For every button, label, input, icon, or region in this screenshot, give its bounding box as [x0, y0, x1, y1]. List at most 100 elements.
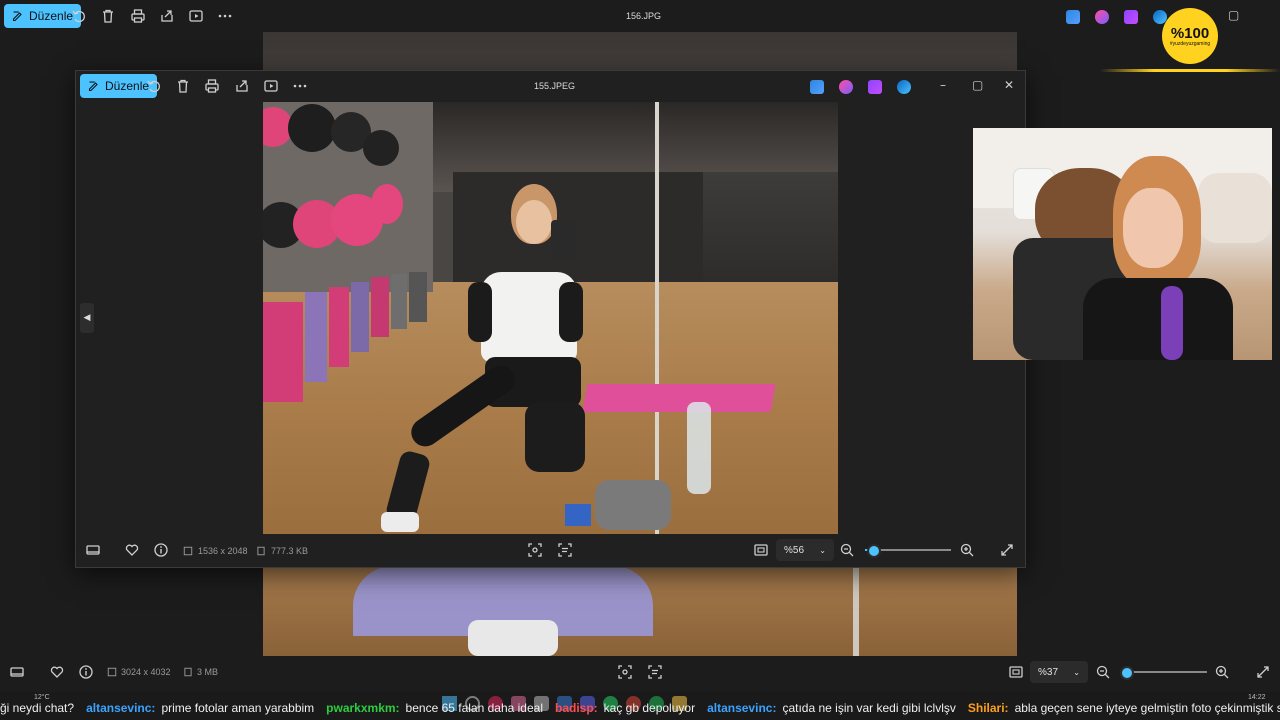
zoom-out-icon — [840, 543, 854, 557]
zoom-out-icon — [1096, 665, 1110, 679]
copilot-icon[interactable] — [1095, 10, 1109, 24]
share-icon — [236, 80, 248, 92]
printer-icon — [205, 79, 219, 93]
zoom-slider-thumb[interactable] — [867, 544, 881, 558]
visual-search-icon — [618, 665, 632, 679]
zoom-value: %37 — [1038, 666, 1059, 678]
dimensions-icon — [107, 667, 117, 677]
chat-username: pwarkxmkm: — [326, 701, 400, 715]
edit-icon — [12, 11, 22, 22]
text-scan-button[interactable] — [554, 539, 576, 561]
info-button[interactable] — [150, 539, 172, 561]
slideshow-icon — [189, 10, 203, 22]
stream-logo: %100 #yuzdeyuzgaming — [1162, 8, 1218, 64]
file-size-icon — [184, 667, 192, 677]
stream-logo-line — [1100, 69, 1280, 72]
filmstrip-icon — [10, 667, 24, 677]
designer-icon[interactable] — [1066, 10, 1080, 24]
heart-icon — [50, 666, 64, 678]
text-scan-button[interactable] — [644, 661, 666, 683]
window-title: 155.JPEG — [534, 81, 576, 91]
favorite-button[interactable] — [121, 539, 143, 561]
clipchamp-icon[interactable] — [1124, 10, 1138, 24]
chevron-left-icon: ◀ — [83, 313, 91, 323]
info-button[interactable] — [75, 661, 97, 683]
expand-icon — [1257, 666, 1269, 678]
onedrive-icon[interactable] — [897, 80, 911, 94]
slideshow-icon — [264, 80, 278, 92]
designer-icon[interactable] — [810, 80, 824, 94]
previous-image-button[interactable]: ◀ — [80, 303, 94, 333]
main-photo — [263, 102, 838, 534]
chevron-down-icon: ⌄ — [819, 545, 826, 555]
zoom-in-button[interactable] — [956, 539, 978, 561]
info-icon — [154, 543, 168, 557]
rotate-icon — [147, 80, 160, 93]
more-icon — [218, 14, 232, 18]
chat-message: bence 65 falan daha ideal — [405, 701, 543, 715]
edit-icon — [88, 81, 98, 92]
clipchamp-icon[interactable] — [868, 80, 882, 94]
print-button[interactable] — [201, 75, 223, 97]
edit-button-label: Düzenle — [29, 9, 74, 23]
rotate-button[interactable] — [68, 5, 90, 27]
info-icon — [79, 665, 93, 679]
fit-screen-button[interactable] — [1005, 661, 1027, 683]
stream-logo-sub: #yuzdeyuzgaming — [1169, 40, 1211, 47]
fullscreen-button[interactable] — [1252, 661, 1274, 683]
delete-button[interactable] — [172, 75, 194, 97]
share-icon — [161, 10, 173, 22]
delete-button[interactable] — [97, 5, 119, 27]
favorite-button[interactable] — [46, 661, 68, 683]
text-scan-icon — [648, 665, 662, 679]
fit-screen-icon — [1009, 666, 1023, 678]
more-options-button[interactable] — [289, 75, 311, 97]
share-button[interactable] — [231, 75, 253, 97]
maximize-button[interactable]: ▢ — [1228, 8, 1239, 22]
window-title: 156.JPG — [626, 11, 662, 21]
file-size: 3 MB — [197, 667, 219, 677]
file-size-icon — [257, 546, 265, 556]
visual-search-icon — [528, 543, 542, 557]
zoom-select[interactable]: %37 ⌄ — [1030, 661, 1088, 683]
chat-message: abla geçen sene iyteye gelmiştin foto çe… — [1014, 701, 1280, 715]
chat-username: altansevinc: — [707, 701, 777, 715]
minimize-button[interactable]: – — [940, 78, 946, 92]
slideshow-button[interactable] — [185, 5, 207, 27]
chat-username: altansevinc: — [86, 701, 156, 715]
zoom-out-button[interactable] — [1092, 661, 1114, 683]
zoom-value: %56 — [784, 544, 805, 556]
close-button[interactable]: ✕ — [1004, 78, 1014, 92]
copilot-icon[interactable] — [839, 80, 853, 94]
fit-screen-button[interactable] — [750, 539, 772, 561]
trash-icon — [178, 79, 188, 93]
zoom-in-icon — [960, 543, 974, 557]
filmstrip-button[interactable] — [6, 661, 28, 683]
rotate-button[interactable] — [143, 75, 165, 97]
chevron-down-icon: ⌄ — [1073, 667, 1080, 677]
zoom-slider-track[interactable] — [1123, 671, 1207, 673]
dimensions-icon — [183, 546, 193, 556]
zoom-in-icon — [1215, 665, 1229, 679]
zoom-slider-thumb[interactable] — [1120, 666, 1134, 680]
expand-icon — [1001, 544, 1013, 556]
visual-search-button[interactable] — [524, 539, 546, 561]
maximize-button[interactable]: ▢ — [972, 78, 983, 92]
print-button[interactable] — [127, 5, 149, 27]
image-dimensions: 3024 x 4032 — [121, 667, 171, 677]
share-button[interactable] — [156, 5, 178, 27]
front-photo-viewer-window: Düzenle 155.JPEG – ▢ ✕ ◀ 1536 x 2048 777… — [75, 70, 1026, 568]
text-scan-icon — [558, 543, 572, 557]
zoom-select[interactable]: %56 ⌄ — [776, 539, 834, 561]
file-size: 777.3 KB — [271, 546, 309, 556]
zoom-in-button[interactable] — [1211, 661, 1233, 683]
stream-logo-text: %100 — [1170, 24, 1210, 42]
fullscreen-button[interactable] — [996, 539, 1018, 561]
slideshow-button[interactable] — [260, 75, 282, 97]
filmstrip-button[interactable] — [82, 539, 104, 561]
chat-message: kaç gb depoluyor — [603, 701, 696, 715]
visual-search-button[interactable] — [614, 661, 636, 683]
chat-ticker: ği neydi chat? altansevinc: prime fotolar … — [0, 696, 1280, 720]
zoom-out-button[interactable] — [836, 539, 858, 561]
more-options-button[interactable] — [214, 5, 236, 27]
